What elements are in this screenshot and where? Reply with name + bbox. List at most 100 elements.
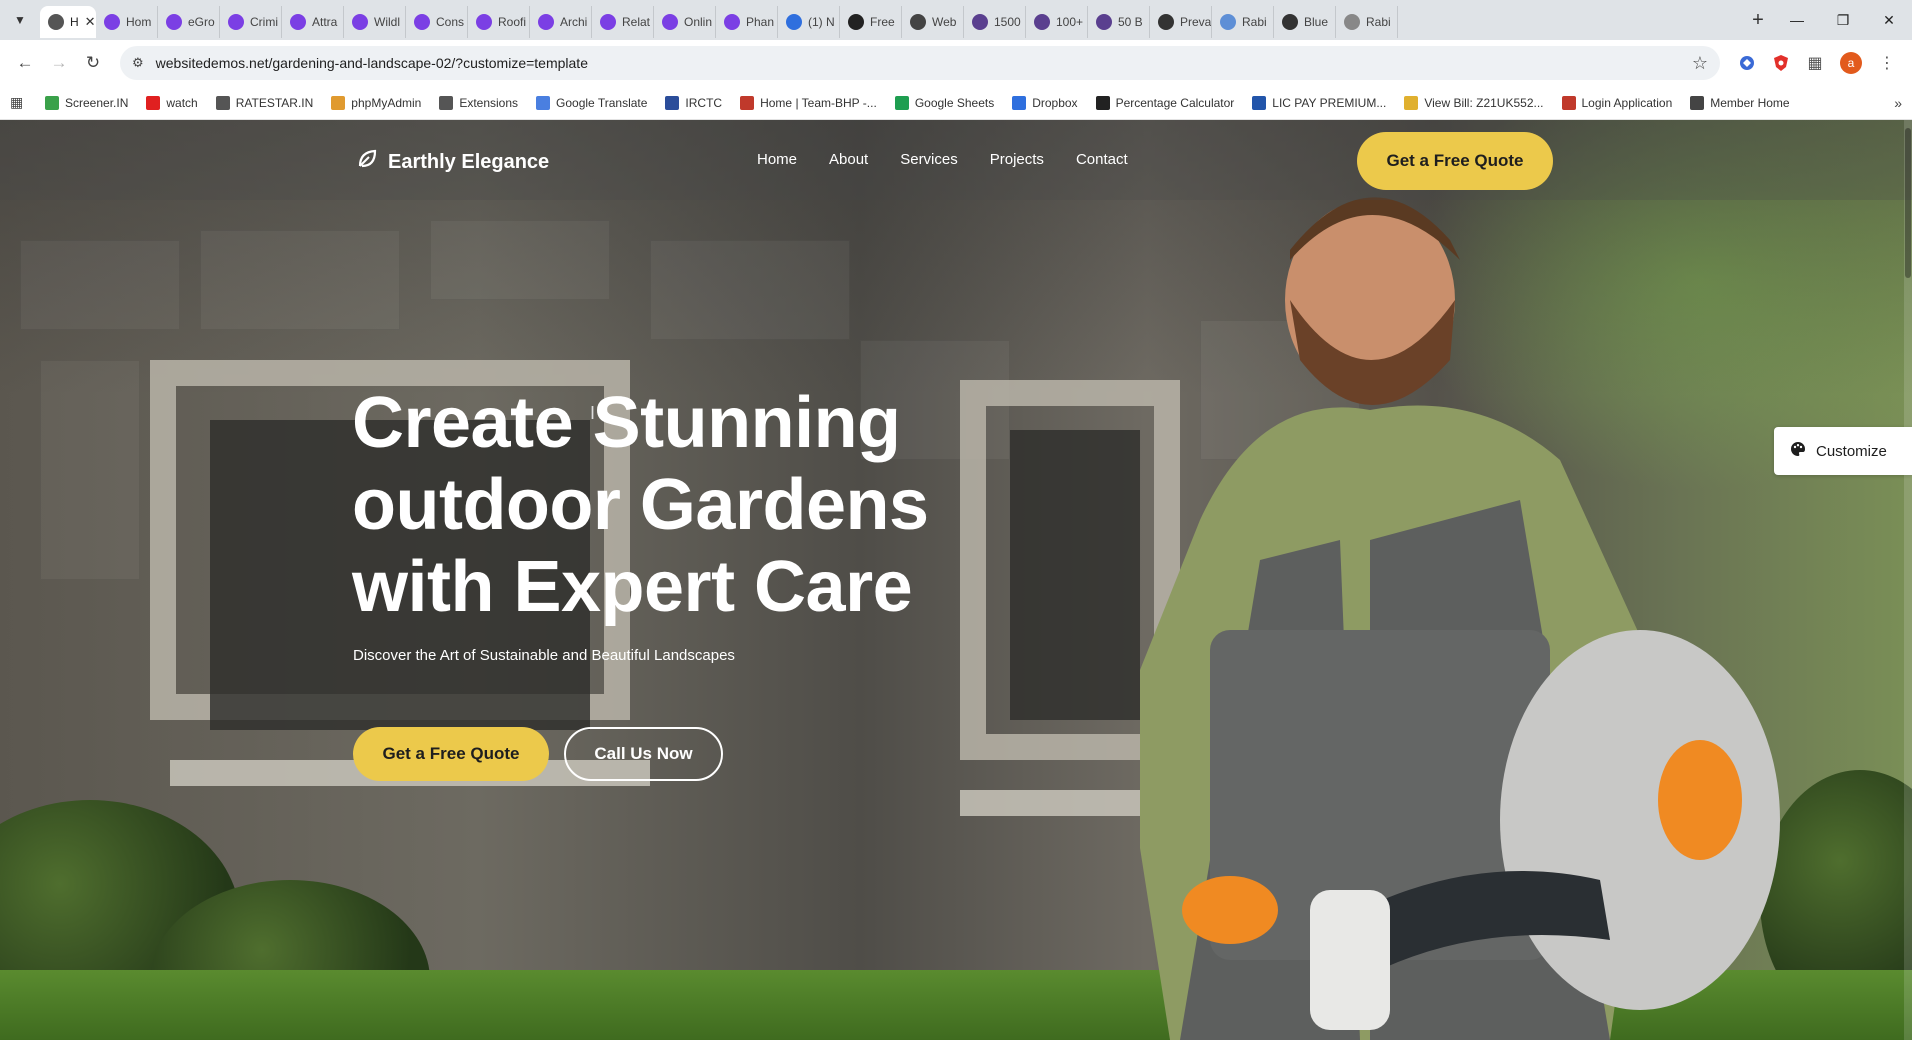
- bookmark-item[interactable]: RATESTAR.IN: [215, 95, 314, 110]
- reload-icon[interactable]: ↻: [76, 46, 110, 80]
- tab-title: Crimi: [250, 15, 278, 29]
- tab[interactable]: 100+: [1026, 6, 1088, 38]
- bookmark-item[interactable]: Google Translate: [536, 95, 647, 110]
- brand-name: Earthly Elegance: [388, 150, 550, 173]
- extensions-puzzle-icon[interactable]: ▦: [1798, 46, 1832, 80]
- tab[interactable]: Attra: [282, 6, 344, 38]
- text-cursor-icon: I: [590, 403, 596, 423]
- bookmarks-overflow-icon[interactable]: »: [1894, 95, 1902, 111]
- tab-title: Web: [932, 15, 957, 29]
- bookmark-item[interactable]: View Bill: Z21UK552...: [1404, 95, 1544, 110]
- close-window-icon[interactable]: ✕: [1866, 0, 1912, 40]
- scrollbar-thumb[interactable]: [1905, 128, 1911, 278]
- bookmark-item[interactable]: Dropbox: [1012, 95, 1078, 110]
- tab[interactable]: Free: [840, 6, 902, 38]
- tab[interactable]: Crimi: [220, 6, 282, 38]
- bookmark-label: Google Sheets: [914, 95, 995, 110]
- tab-favicon-icon: [972, 14, 988, 30]
- profile-avatar[interactable]: a: [1840, 52, 1862, 74]
- tab[interactable]: Phan: [716, 6, 778, 38]
- bookmark-item[interactable]: LIC PAY PREMIUM...: [1252, 95, 1386, 110]
- extension-icon[interactable]: [1730, 46, 1764, 80]
- hero-quote-button[interactable]: Get a Free Quote: [353, 727, 549, 781]
- tab[interactable]: Web: [902, 6, 964, 38]
- bookmark-item[interactable]: phpMyAdmin: [331, 95, 421, 110]
- bookmark-item[interactable]: Member Home: [1690, 95, 1790, 110]
- site-logo[interactable]: Earthly Elegance: [356, 148, 549, 176]
- brave-shield-icon[interactable]: [1764, 46, 1798, 80]
- call-us-button[interactable]: Call Us Now: [564, 727, 723, 781]
- address-bar[interactable]: ⚙ websitedemos.net/gardening-and-landsca…: [120, 46, 1720, 80]
- tab-title: 100+: [1056, 15, 1084, 29]
- wall-stone: [430, 220, 610, 300]
- bookmark-label: Dropbox: [1032, 95, 1078, 110]
- tab[interactable]: 50 B: [1088, 6, 1150, 38]
- tab[interactable]: 1500: [964, 6, 1026, 38]
- bookmark-favicon-icon: [215, 95, 230, 110]
- tab-favicon-icon: [48, 14, 64, 30]
- menu-kebab-icon[interactable]: ⋮: [1870, 46, 1904, 80]
- tab[interactable]: Rabi: [1336, 6, 1398, 38]
- bookmark-favicon-icon: [536, 95, 551, 110]
- nav-services[interactable]: Services: [900, 151, 958, 168]
- apps-grid-icon[interactable]: ▦: [10, 94, 36, 111]
- tab[interactable]: Blue: [1274, 6, 1336, 38]
- tab[interactable]: Preva: [1150, 6, 1212, 38]
- bookmark-item[interactable]: watch: [146, 95, 198, 110]
- tab-title: eGro: [188, 15, 215, 29]
- back-icon[interactable]: ←: [8, 46, 42, 80]
- bookmark-star-icon[interactable]: ☆: [1692, 53, 1708, 74]
- bookmark-item[interactable]: IRCTC: [665, 95, 723, 110]
- bookmark-favicon-icon: [740, 95, 755, 110]
- hero-title: Create Stunning outdoor Gardens with Exp…: [352, 382, 1052, 628]
- tab[interactable]: Cons: [406, 6, 468, 38]
- bookmark-item[interactable]: Login Application: [1561, 95, 1672, 110]
- nav-about[interactable]: About: [829, 151, 868, 168]
- forward-icon[interactable]: →: [42, 46, 76, 80]
- close-tab-icon[interactable]: ✕: [85, 14, 96, 30]
- tab-title: H: [70, 15, 79, 29]
- tab[interactable]: (1) N: [778, 6, 840, 38]
- bookmark-label: IRCTC: [685, 95, 723, 110]
- leaf-icon: [356, 148, 378, 176]
- bookmark-item[interactable]: Percentage Calculator: [1095, 95, 1234, 110]
- header-quote-button[interactable]: Get a Free Quote: [1357, 132, 1553, 190]
- tab-favicon-icon: [724, 14, 740, 30]
- bookmark-item[interactable]: Extensions: [439, 95, 518, 110]
- tab-favicon-icon: [166, 14, 182, 30]
- tab-search-button[interactable]: ▼: [0, 0, 40, 40]
- bookmark-label: RATESTAR.IN: [235, 95, 314, 110]
- tab[interactable]: Hom: [96, 6, 158, 38]
- tab[interactable]: Onlin: [654, 6, 716, 38]
- bookmark-item[interactable]: Google Sheets: [894, 95, 995, 110]
- bookmark-favicon-icon: [1095, 95, 1110, 110]
- page-scrollbar[interactable]: [1904, 120, 1912, 1040]
- tab[interactable]: Roofi: [468, 6, 530, 38]
- tab[interactable]: eGro: [158, 6, 220, 38]
- bookmark-favicon-icon: [1561, 95, 1576, 110]
- tab-favicon-icon: [290, 14, 306, 30]
- tab[interactable]: Rabi: [1212, 6, 1274, 38]
- bookmark-label: Home | Team-BHP -...: [760, 95, 877, 110]
- restore-icon[interactable]: ❐: [1820, 0, 1866, 40]
- nav-projects[interactable]: Projects: [990, 151, 1044, 168]
- new-tab-button[interactable]: +: [1742, 4, 1774, 36]
- bookmark-item[interactable]: Home | Team-BHP -...: [740, 95, 877, 110]
- hero-title-line: Create Stunning: [352, 383, 901, 463]
- tab-title: Hom: [126, 15, 152, 29]
- bookmark-favicon-icon: [146, 95, 161, 110]
- customize-button[interactable]: Customize: [1774, 427, 1912, 475]
- tab-title: Wildl: [374, 15, 400, 29]
- url-text[interactable]: websitedemos.net/gardening-and-landscape…: [156, 55, 1692, 71]
- tab-active[interactable]: H ✕: [40, 6, 96, 38]
- bookmark-favicon-icon: [1012, 95, 1027, 110]
- tab[interactable]: Wildl: [344, 6, 406, 38]
- nav-home[interactable]: Home: [757, 151, 797, 168]
- site-info-icon[interactable]: ⚙: [132, 55, 144, 71]
- tab[interactable]: Relat: [592, 6, 654, 38]
- nav-contact[interactable]: Contact: [1076, 151, 1128, 168]
- bookmark-item[interactable]: Screener.IN: [45, 95, 128, 110]
- tab[interactable]: Archi: [530, 6, 592, 38]
- tab-title: Onlin: [684, 15, 713, 29]
- minimize-icon[interactable]: —: [1774, 0, 1820, 40]
